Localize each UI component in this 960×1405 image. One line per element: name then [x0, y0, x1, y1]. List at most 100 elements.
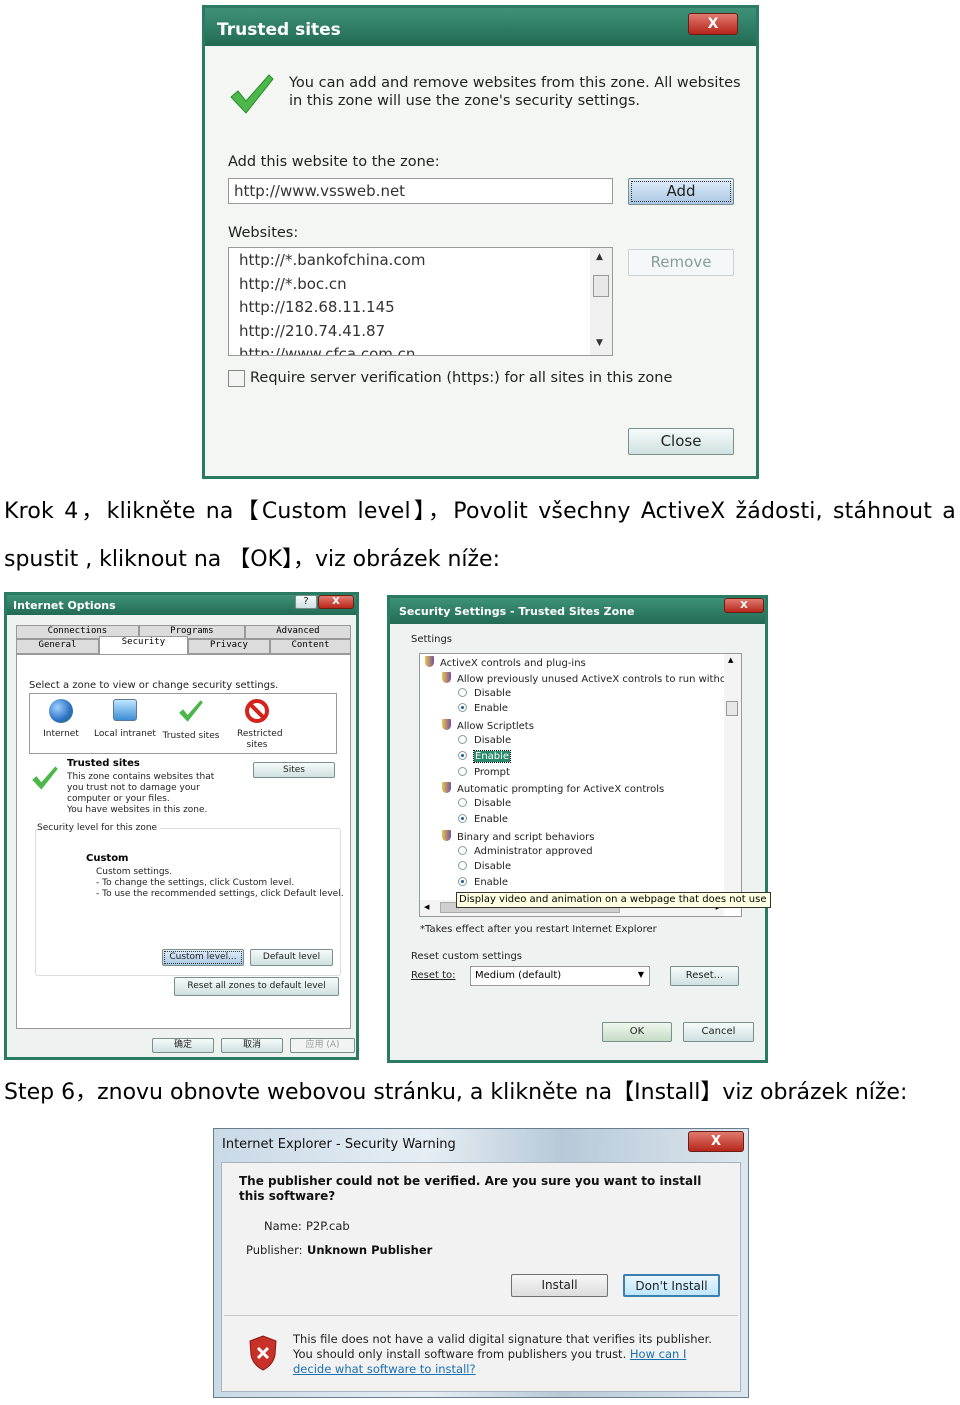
scrollbar[interactable]: ▲ ▼ — [590, 248, 612, 355]
radio-option[interactable]: Disable — [458, 735, 511, 746]
website-input[interactable] — [228, 178, 613, 204]
settings-label: Settings — [411, 634, 453, 645]
radio-icon[interactable] — [458, 877, 467, 887]
radio-icon[interactable] — [458, 750, 467, 760]
radio-option[interactable]: Prompt — [458, 766, 510, 778]
tab-content[interactable]: Content — [269, 639, 351, 654]
cancel-button[interactable]: Cancel — [683, 1022, 754, 1042]
security-warning-dialog: Internet Explorer - Security Warning X T… — [213, 1128, 749, 1398]
add-button[interactable]: Add — [628, 178, 734, 205]
remove-button[interactable]: Remove — [628, 249, 734, 276]
list-item[interactable]: http://*.bankofchina.com — [239, 251, 425, 269]
option-label: Administrator approved — [474, 845, 593, 857]
option-label: Enable — [474, 877, 509, 889]
globe-icon — [49, 699, 73, 723]
scroll-thumb[interactable] — [593, 275, 609, 297]
https-checkbox[interactable] — [228, 370, 245, 387]
radio-icon[interactable] — [458, 798, 467, 808]
scroll-left-icon[interactable]: ◀ — [424, 903, 429, 911]
settings-item: Binary and script behaviors — [442, 829, 594, 843]
settings-list[interactable]: ActiveX controls and plug-ins Allow previ… — [419, 653, 742, 917]
scroll-up-icon[interactable]: ▲ — [728, 656, 733, 664]
help-button[interactable]: ? — [295, 595, 317, 609]
reset-to-select[interactable]: Medium (default) ▼ — [470, 966, 650, 986]
publisher-value: Unknown Publisher — [307, 1243, 433, 1257]
apply-button[interactable]: 应用 (A) — [290, 1038, 355, 1053]
radio-icon[interactable] — [458, 845, 467, 855]
close-icon[interactable]: X — [688, 1131, 744, 1152]
tab-privacy[interactable]: Privacy — [187, 639, 270, 654]
radio-option[interactable]: Enable — [458, 703, 508, 714]
step6-text: Step 6，znovu obnovte webovou stránku, a … — [4, 1080, 908, 1105]
scroll-up-icon[interactable]: ▲ — [596, 252, 603, 262]
radio-icon[interactable] — [458, 687, 467, 697]
zone-note: You have websites in this zone. — [67, 805, 208, 815]
list-item[interactable]: http://www.cfca.com.cn — [239, 345, 415, 355]
radio-option[interactable]: Disable — [458, 798, 511, 809]
radio-option[interactable]: Administrator approved — [458, 845, 593, 857]
close-icon[interactable]: X — [318, 595, 354, 609]
tab-advanced[interactable]: Advanced — [244, 625, 351, 639]
radio-icon[interactable] — [458, 703, 467, 713]
radio-icon[interactable] — [458, 766, 467, 776]
zone-trusted-sites[interactable]: Trusted sites — [160, 699, 222, 741]
checkmark-icon — [32, 766, 58, 790]
custom-level-button[interactable]: Custom level... — [162, 949, 244, 966]
tab-security[interactable]: Security — [99, 636, 188, 654]
radio-option[interactable]: Enable — [458, 877, 508, 888]
close-icon[interactable]: X — [688, 13, 738, 35]
add-website-label: Add this website to the zone: — [228, 154, 440, 170]
sites-button[interactable]: Sites — [253, 762, 335, 778]
trusted-sites-dialog: Trusted sites X You can add and remove w… — [202, 5, 759, 479]
vertical-scrollbar[interactable]: ▲ — [724, 654, 741, 898]
shield-icon — [442, 719, 451, 731]
option-label: Enable — [472, 749, 512, 763]
reset-button[interactable]: Reset... — [670, 966, 739, 986]
dont-install-button[interactable]: Don't Install — [623, 1274, 720, 1297]
security-level-label: Security level for this zone — [37, 823, 161, 833]
option-label: Disable — [474, 735, 512, 746]
close-icon[interactable]: X — [724, 598, 764, 613]
checkmark-icon — [230, 74, 274, 114]
radio-option[interactable]: Disable — [458, 687, 511, 699]
zone-restricted-sites[interactable]: Restricted sites — [226, 699, 288, 751]
scroll-thumb[interactable] — [726, 701, 738, 716]
scroll-down-icon[interactable]: ▼ — [596, 338, 603, 348]
zone-internet[interactable]: Internet — [36, 699, 86, 739]
radio-option[interactable]: Enable — [458, 749, 512, 763]
option-label: Enable — [474, 814, 509, 825]
reset-all-zones-button[interactable]: Reset all zones to default level — [174, 977, 339, 996]
zone-title: Trusted sites — [67, 758, 140, 769]
list-item[interactable]: http://182.68.11.145 — [239, 298, 395, 316]
list-item[interactable]: http://210.74.41.87 — [239, 322, 385, 340]
radio-option[interactable]: Enable — [458, 814, 508, 825]
dialog-title: Internet Options — [13, 599, 116, 612]
close-button[interactable]: Close — [628, 428, 734, 455]
cancel-button[interactable]: 取消 — [221, 1038, 283, 1053]
ok-button[interactable]: OK — [602, 1022, 672, 1042]
settings-item: Allow previously unused ActiveX controls… — [442, 671, 741, 685]
security-tab-panel: Select a zone to view or change security… — [16, 654, 351, 1029]
name-label: Name: — [264, 1219, 302, 1233]
title-bar: Trusted sites — [205, 8, 756, 46]
websites-label: Websites: — [228, 225, 299, 241]
level-line: Custom settings. — [96, 867, 173, 877]
radio-icon[interactable] — [458, 861, 467, 871]
https-checkbox-label[interactable]: Require server verification (https:) for… — [250, 370, 672, 386]
zone-local-intranet[interactable]: Local intranet — [94, 699, 156, 739]
level-line: - To change the settings, click Custom l… — [96, 878, 295, 888]
option-label: Allow Scriptlets — [457, 721, 534, 733]
tab-general[interactable]: General — [16, 639, 100, 654]
websites-list[interactable]: http://*.bankofchina.com http://*.boc.cn… — [228, 247, 613, 356]
reset-group-label: Reset custom settings — [411, 951, 522, 962]
radio-option[interactable]: Disable — [458, 861, 511, 872]
default-level-button[interactable]: Default level — [250, 949, 333, 966]
install-button[interactable]: Install — [511, 1274, 608, 1297]
restricted-icon — [245, 699, 269, 723]
restart-note: *Takes effect after you restart Internet… — [420, 924, 657, 935]
radio-icon[interactable] — [458, 814, 467, 823]
zone-list[interactable]: Internet Local intranet Trusted sites Re… — [29, 693, 337, 754]
radio-icon[interactable] — [458, 735, 467, 744]
ok-button[interactable]: 确定 — [152, 1038, 214, 1053]
list-item[interactable]: http://*.boc.cn — [239, 275, 347, 293]
